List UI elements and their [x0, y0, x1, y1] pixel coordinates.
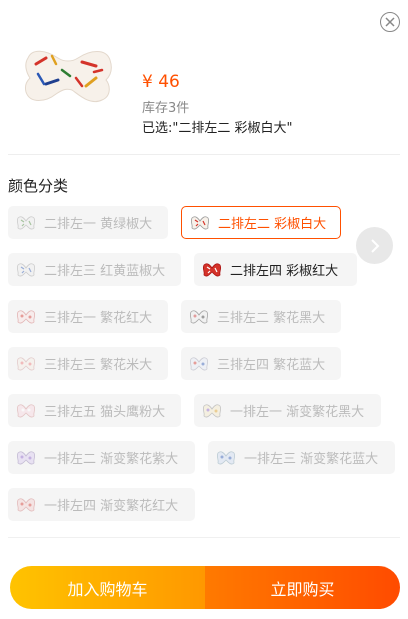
- bow-pillow-icon: [216, 450, 236, 464]
- bow-pillow-icon: [202, 403, 222, 417]
- product-thumbnail: [25, 50, 112, 103]
- bow-pillow-icon: [16, 497, 36, 511]
- option-chip[interactable]: 二排左四 彩椒红大: [194, 253, 357, 286]
- option-label: 三排左二 繁花黑大: [217, 311, 326, 326]
- option-chip[interactable]: 三排左五 猫头鹰粉大: [8, 394, 181, 427]
- option-chip[interactable]: 二排左三 红黄蓝椒大: [8, 253, 181, 286]
- bow-pillow-icon: [16, 262, 36, 276]
- option-chip[interactable]: 二排左一 黄绿椒大: [8, 206, 168, 239]
- selected-option-summary: 已选:"二排左二 彩椒白大": [142, 121, 293, 136]
- option-label: 一排左四 渐变繁花红大: [44, 499, 179, 514]
- bow-pillow-icon: [16, 450, 36, 464]
- option-label: 一排左三 渐变繁花蓝大: [244, 452, 379, 467]
- option-label: 三排左五 猫头鹰粉大: [44, 405, 166, 420]
- bow-pillow-icon: [202, 262, 222, 276]
- option-chip-selected[interactable]: 二排左二 彩椒白大: [181, 206, 341, 239]
- option-chip[interactable]: 一排左二 渐变繁花紫大: [8, 441, 195, 474]
- bow-pillow-icon: [16, 309, 36, 323]
- bow-pillow-icon: [16, 403, 36, 417]
- divider: [8, 537, 400, 538]
- chevron-right-icon: [370, 238, 379, 253]
- option-label: 一排左二 渐变繁花紫大: [44, 452, 179, 467]
- option-chip[interactable]: 三排左一 繁花红大: [8, 300, 168, 333]
- option-label: 一排左一 渐变繁花黑大: [230, 405, 365, 420]
- scroll-next-button[interactable]: [356, 227, 393, 264]
- stock-count: 库存3件: [142, 101, 190, 116]
- bow-pillow-icon: [189, 309, 209, 323]
- option-chip[interactable]: 三排左三 繁花米大: [8, 347, 168, 380]
- section-title-color: 颜色分类: [8, 177, 69, 195]
- bow-pillow-icon: [189, 356, 209, 370]
- option-chip[interactable]: 三排左二 繁花黑大: [181, 300, 341, 333]
- option-label: 二排左三 红黄蓝椒大: [44, 264, 166, 279]
- buy-now-button[interactable]: 立即购买: [205, 566, 400, 609]
- add-to-cart-button[interactable]: 加入购物车: [10, 566, 205, 609]
- bow-pillow-icon: [16, 356, 36, 370]
- option-label: 三排左四 繁花蓝大: [217, 358, 326, 373]
- option-chip[interactable]: 一排左一 渐变繁花黑大: [194, 394, 381, 427]
- option-chip[interactable]: 一排左三 渐变繁花蓝大: [208, 441, 395, 474]
- bow-pillow-icon: [16, 215, 36, 229]
- bow-pillow-icon: [190, 215, 210, 229]
- close-button[interactable]: [380, 12, 400, 32]
- option-label: 三排左三 繁花米大: [44, 358, 153, 373]
- product-price: ¥ 46: [142, 72, 180, 92]
- option-label: 二排左四 彩椒红大: [230, 264, 339, 279]
- option-label: 二排左二 彩椒白大: [218, 217, 327, 232]
- option-label: 三排左一 繁花红大: [44, 311, 153, 326]
- option-chip[interactable]: 一排左四 渐变繁花红大: [8, 488, 195, 521]
- option-chip[interactable]: 三排左四 繁花蓝大: [181, 347, 341, 380]
- divider: [8, 154, 400, 155]
- option-label: 二排左一 黄绿椒大: [44, 217, 153, 232]
- close-icon: [385, 17, 395, 27]
